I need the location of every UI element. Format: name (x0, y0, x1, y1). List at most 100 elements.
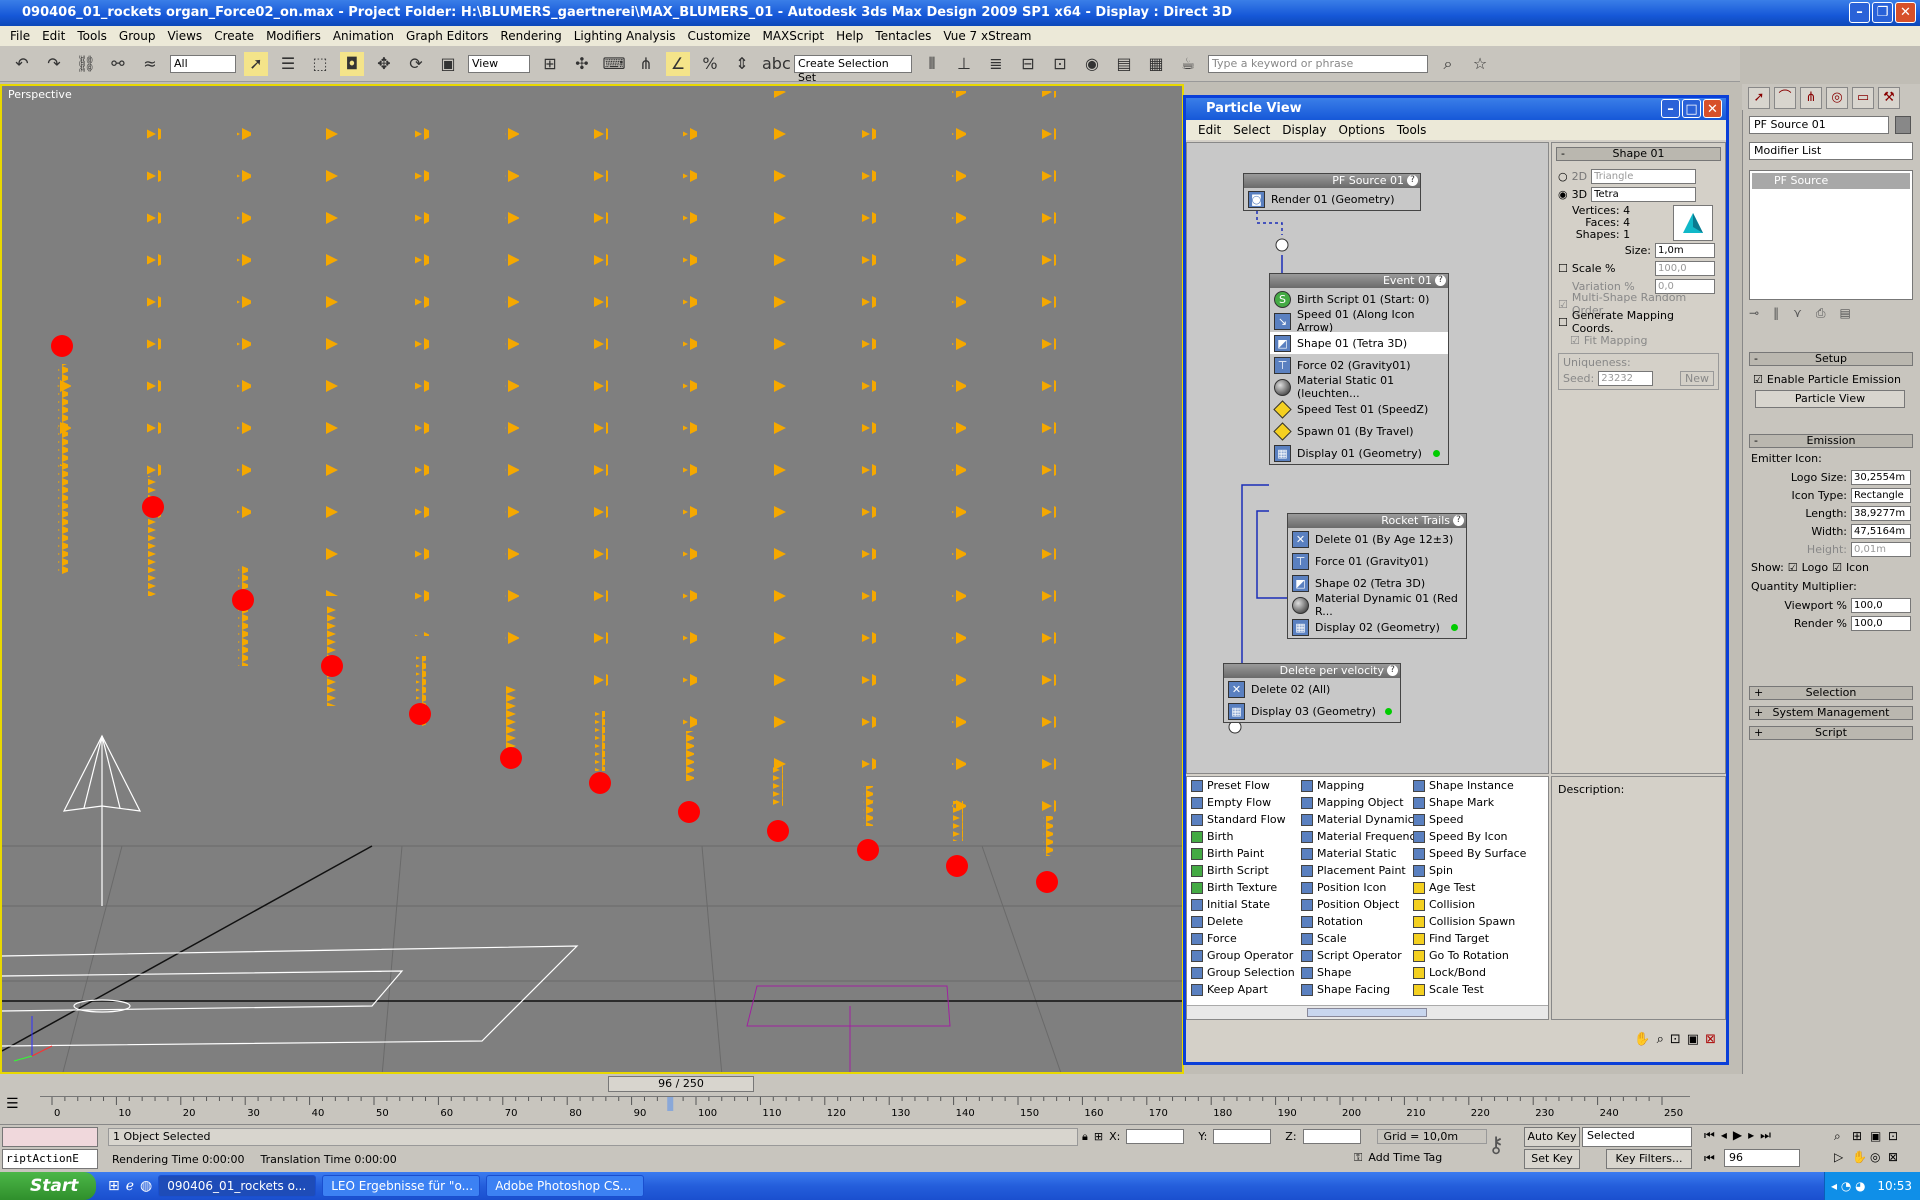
depot-item[interactable]: Material Frequency (1301, 828, 1422, 845)
particle-view-title[interactable]: Particle View – □ ✕ (1186, 98, 1726, 120)
x-coord-field[interactable] (1126, 1129, 1185, 1144)
event-01-node[interactable]: Event 01? S Birth Script 01 (Start: 0) ↘ S… (1269, 273, 1449, 465)
key-icon[interactable]: ⚷ (1488, 1133, 1504, 1158)
depot-item[interactable]: Collision Spawn (1413, 913, 1526, 930)
key-mode-dropdown[interactable]: Selected (1582, 1127, 1692, 1147)
depot-scroll-thumb[interactable] (1307, 1008, 1427, 1017)
op-delete-02[interactable]: ✕ Delete 02 (All) (1224, 678, 1400, 700)
pv-menu-tools[interactable]: Tools (1391, 120, 1433, 140)
close-button[interactable]: ✕ (1895, 2, 1916, 23)
zoom-icon[interactable]: ⌕ (1657, 1032, 1664, 1047)
depot-item[interactable]: Birth Paint (1191, 845, 1295, 862)
stack-item-pf-source[interactable]: PF Source (1752, 173, 1910, 189)
search-icon[interactable]: ⌕ (1436, 52, 1460, 76)
align-icon[interactable]: ⊥ (952, 52, 976, 76)
depot-item[interactable]: Position Icon (1301, 879, 1422, 896)
depot-item[interactable]: Group Operator (1191, 947, 1295, 964)
time-slider[interactable]: 96 / 250 (608, 1076, 754, 1092)
no-zoom-icon[interactable]: ⊠ (1705, 1032, 1716, 1047)
manipulate-icon[interactable]: ✣ (570, 52, 594, 76)
unlink-icon[interactable]: ⚯ (106, 52, 130, 76)
pv-close-button[interactable]: ✕ (1703, 99, 1722, 118)
depot-item[interactable]: Group Selection (1191, 964, 1295, 981)
pv-menu-select[interactable]: Select (1227, 120, 1276, 140)
length-spinner[interactable]: 38,9277m (1851, 505, 1911, 521)
select-object-icon[interactable]: ➚ (244, 51, 268, 76)
search-input[interactable]: Type a keyword or phrase (1208, 54, 1428, 73)
shape-3d-dropdown[interactable]: Tetra (1591, 186, 1697, 202)
snaps-icon[interactable]: ⋔ (634, 52, 658, 76)
width-spinner[interactable]: 47,5164m (1851, 523, 1911, 539)
depot-item[interactable]: Birth (1191, 828, 1295, 845)
icon-type-dropdown[interactable]: Rectangle (1851, 487, 1911, 503)
op-speed-test[interactable]: Speed Test 01 (SpeedZ) (1270, 398, 1448, 420)
help-icon[interactable]: ? (1453, 515, 1464, 526)
rendered-frame-icon[interactable]: ▦ (1144, 52, 1168, 76)
bind-spacewarp-icon[interactable]: ≈ (138, 52, 162, 76)
op-spawn[interactable]: Spawn 01 (By Travel) (1270, 420, 1448, 442)
pan-icon[interactable]: ✋ (1634, 1032, 1650, 1047)
pv-menu-options[interactable]: Options (1333, 120, 1391, 140)
maxscript-mini-listener-pink[interactable] (2, 1127, 98, 1147)
depot-item[interactable]: Speed By Icon (1413, 828, 1526, 845)
star-icon[interactable]: ☆ (1468, 52, 1492, 76)
depot-scrollbar[interactable] (1187, 1005, 1548, 1019)
key-filters-button[interactable]: Key Filters... (1606, 1149, 1692, 1169)
task-leo[interactable]: LEO Ergebnisse für "o... (322, 1175, 481, 1197)
depot-item[interactable]: Keep Apart (1191, 981, 1295, 998)
show-logo-checkbox[interactable]: ☑ (1788, 561, 1798, 574)
perspective-viewport[interactable]: Perspective (0, 84, 1184, 1074)
depot-item[interactable]: Mapping (1301, 777, 1422, 794)
scale-checkbox[interactable]: ☐ (1558, 262, 1568, 275)
op-speed[interactable]: ↘ Speed 01 (Along Icon Arrow) (1270, 308, 1448, 334)
radio-3d[interactable]: ◉ (1558, 188, 1568, 201)
menu-edit[interactable]: Edit (36, 26, 71, 46)
edit-named-sel-icon[interactable]: abc (762, 52, 791, 76)
op-display-03[interactable]: ▦ Display 03 (Geometry) (1224, 700, 1400, 722)
menu-help[interactable]: Help (830, 26, 869, 46)
mirror-icon[interactable]: ⫴ (920, 52, 944, 76)
pv-maximize-button[interactable]: □ (1682, 99, 1701, 118)
menu-file[interactable]: File (4, 26, 36, 46)
op-delete-01[interactable]: ✕ Delete 01 (By Age 12±3) (1288, 528, 1466, 550)
current-frame-marker[interactable] (667, 1097, 674, 1111)
selection-filter-dropdown[interactable]: All (170, 54, 236, 73)
depot-item[interactable]: Delete (1191, 913, 1295, 930)
depot-item[interactable]: Scale (1301, 930, 1422, 947)
depot-item[interactable]: Speed By Surface (1413, 845, 1526, 862)
select-link-icon[interactable]: ⛓ (74, 52, 98, 76)
op-force[interactable]: ⊤ Force 02 (Gravity01) (1270, 354, 1448, 376)
menu-lighting-analysis[interactable]: Lighting Analysis (568, 26, 682, 46)
menu-modifiers[interactable]: Modifiers (260, 26, 327, 46)
current-frame-field[interactable]: 96 (1724, 1149, 1800, 1167)
window-crossing-icon[interactable]: ◘ (340, 51, 364, 76)
depot-item[interactable]: Shape Instance (1413, 777, 1526, 794)
rotate-icon[interactable]: ⟳ (404, 52, 428, 76)
help-icon[interactable]: ? (1435, 275, 1446, 286)
op-birth-script[interactable]: S Birth Script 01 (Start: 0) (1270, 288, 1448, 310)
make-unique-icon[interactable]: ⋎ (1793, 306, 1802, 321)
next-frame-icon[interactable]: ▸ (1748, 1128, 1754, 1143)
reference-coord-dropdown[interactable]: View (468, 54, 530, 73)
play-icon[interactable]: ▶ (1733, 1128, 1742, 1143)
menu-maxscript[interactable]: MAXScript (756, 26, 830, 46)
rect-selection-icon[interactable]: ⬚ (308, 52, 332, 76)
percent-snap-icon[interactable]: % (698, 52, 722, 76)
emission-rollout-header[interactable]: - Emission (1749, 434, 1913, 448)
pivot-icon[interactable]: ⊞ (538, 52, 562, 76)
delete-per-velocity-node[interactable]: Delete per velocity? ✕ Delete 02 (All) ▦ D… (1223, 663, 1401, 723)
named-selection-dropdown[interactable]: Create Selection Set (794, 54, 912, 84)
set-key-button[interactable]: Set Key (1524, 1149, 1580, 1169)
depot-item[interactable]: Shape (1301, 964, 1422, 981)
menu-customize[interactable]: Customize (681, 26, 756, 46)
depot-item[interactable]: Rotation (1301, 913, 1422, 930)
system-management-rollout-header[interactable]: + System Management (1749, 706, 1913, 720)
rocket-trails-header[interactable]: Rocket Trails? (1288, 514, 1466, 528)
key-mode-toggle-icon[interactable]: ⏮ (1704, 1151, 1715, 1166)
show-desktop-icon[interactable]: ⊞ (108, 1178, 120, 1194)
menu-create[interactable]: Create (208, 26, 260, 46)
selection-rollout-header[interactable]: + Selection (1749, 686, 1913, 700)
scale-icon[interactable]: ▣ (436, 52, 460, 76)
depot-item[interactable]: Placement Paint (1301, 862, 1422, 879)
zoom-region-icon[interactable]: ⊡ (1670, 1032, 1681, 1047)
